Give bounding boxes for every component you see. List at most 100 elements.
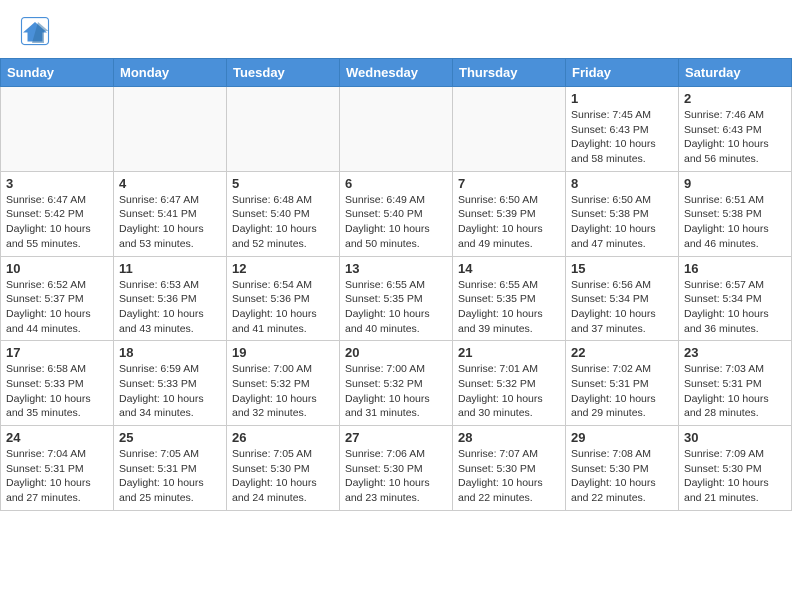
calendar-cell: 23 Sunrise: 7:03 AM Sunset: 5:31 PM Dayli… bbox=[679, 341, 792, 426]
day-number: 19 bbox=[232, 345, 334, 360]
day-info: Sunrise: 6:52 AM Sunset: 5:37 PM Dayligh… bbox=[6, 278, 108, 337]
day-number: 8 bbox=[571, 176, 673, 191]
day-number: 12 bbox=[232, 261, 334, 276]
day-info: Sunrise: 6:55 AM Sunset: 5:35 PM Dayligh… bbox=[458, 278, 560, 337]
calendar-week-4: 17 Sunrise: 6:58 AM Sunset: 5:33 PM Dayli… bbox=[1, 341, 792, 426]
day-info: Sunrise: 6:47 AM Sunset: 5:42 PM Dayligh… bbox=[6, 193, 108, 252]
calendar-cell: 3 Sunrise: 6:47 AM Sunset: 5:42 PM Daylig… bbox=[1, 171, 114, 256]
calendar-week-2: 3 Sunrise: 6:47 AM Sunset: 5:42 PM Daylig… bbox=[1, 171, 792, 256]
calendar-cell: 17 Sunrise: 6:58 AM Sunset: 5:33 PM Dayli… bbox=[1, 341, 114, 426]
day-info: Sunrise: 6:51 AM Sunset: 5:38 PM Dayligh… bbox=[684, 193, 786, 252]
calendar-header-saturday: Saturday bbox=[679, 59, 792, 87]
day-info: Sunrise: 7:08 AM Sunset: 5:30 PM Dayligh… bbox=[571, 447, 673, 506]
calendar-cell: 14 Sunrise: 6:55 AM Sunset: 5:35 PM Dayli… bbox=[453, 256, 566, 341]
day-number: 22 bbox=[571, 345, 673, 360]
calendar-cell bbox=[453, 87, 566, 172]
calendar-header-friday: Friday bbox=[566, 59, 679, 87]
day-number: 27 bbox=[345, 430, 447, 445]
calendar-cell: 6Sunrise: 6:49 AM Sunset: 5:40 PM Daylig… bbox=[340, 171, 453, 256]
calendar-cell: 8 Sunrise: 6:50 AM Sunset: 5:38 PM Daylig… bbox=[566, 171, 679, 256]
day-info: Sunrise: 6:54 AM Sunset: 5:36 PM Dayligh… bbox=[232, 278, 334, 337]
calendar-cell: 7 Sunrise: 6:50 AM Sunset: 5:39 PM Daylig… bbox=[453, 171, 566, 256]
calendar-cell: 30 Sunrise: 7:09 AM Sunset: 5:30 PM Dayli… bbox=[679, 426, 792, 511]
day-number: 1 bbox=[571, 91, 673, 106]
day-number: 3 bbox=[6, 176, 108, 191]
calendar-header-sunday: Sunday bbox=[1, 59, 114, 87]
day-number: 17 bbox=[6, 345, 108, 360]
calendar-cell: 12 Sunrise: 6:54 AM Sunset: 5:36 PM Dayli… bbox=[227, 256, 340, 341]
day-number: 5 bbox=[232, 176, 334, 191]
day-number: 29 bbox=[571, 430, 673, 445]
day-info: Sunrise: 6:47 AM Sunset: 5:41 PM Dayligh… bbox=[119, 193, 221, 252]
day-number: 24 bbox=[6, 430, 108, 445]
calendar-cell bbox=[227, 87, 340, 172]
day-info: Sunrise: 7:04 AM Sunset: 5:31 PM Dayligh… bbox=[6, 447, 108, 506]
day-number: 21 bbox=[458, 345, 560, 360]
day-number: 15 bbox=[571, 261, 673, 276]
calendar-cell bbox=[1, 87, 114, 172]
day-number: 20 bbox=[345, 345, 447, 360]
day-info: Sunrise: 7:07 AM Sunset: 5:30 PM Dayligh… bbox=[458, 447, 560, 506]
day-info: Sunrise: 6:50 AM Sunset: 5:39 PM Dayligh… bbox=[458, 193, 560, 252]
day-info: Sunrise: 7:09 AM Sunset: 5:30 PM Dayligh… bbox=[684, 447, 786, 506]
day-number: 9 bbox=[684, 176, 786, 191]
calendar-week-3: 10 Sunrise: 6:52 AM Sunset: 5:37 PM Dayli… bbox=[1, 256, 792, 341]
calendar-cell: 18 Sunrise: 6:59 AM Sunset: 5:33 PM Dayli… bbox=[114, 341, 227, 426]
day-info: Sunrise: 7:00 AM Sunset: 5:32 PM Dayligh… bbox=[232, 362, 334, 421]
day-info: Sunrise: 6:48 AM Sunset: 5:40 PM Dayligh… bbox=[232, 193, 334, 252]
logo-icon bbox=[20, 16, 50, 46]
calendar-cell: 11Sunrise: 6:53 AM Sunset: 5:36 PM Dayli… bbox=[114, 256, 227, 341]
day-number: 13 bbox=[345, 261, 447, 276]
calendar-cell: 15 Sunrise: 6:56 AM Sunset: 5:34 PM Dayli… bbox=[566, 256, 679, 341]
calendar-cell: 24 Sunrise: 7:04 AM Sunset: 5:31 PM Dayli… bbox=[1, 426, 114, 511]
day-number: 23 bbox=[684, 345, 786, 360]
page-header bbox=[0, 0, 792, 54]
calendar-cell: 13 Sunrise: 6:55 AM Sunset: 5:35 PM Dayli… bbox=[340, 256, 453, 341]
day-info: Sunrise: 6:57 AM Sunset: 5:34 PM Dayligh… bbox=[684, 278, 786, 337]
day-number: 16 bbox=[684, 261, 786, 276]
calendar-header-monday: Monday bbox=[114, 59, 227, 87]
calendar-cell: 21 Sunrise: 7:01 AM Sunset: 5:32 PM Dayli… bbox=[453, 341, 566, 426]
logo bbox=[20, 16, 52, 46]
day-info: Sunrise: 6:59 AM Sunset: 5:33 PM Dayligh… bbox=[119, 362, 221, 421]
calendar-cell bbox=[340, 87, 453, 172]
calendar-table: SundayMondayTuesdayWednesdayThursdayFrid… bbox=[0, 58, 792, 511]
calendar-header-row: SundayMondayTuesdayWednesdayThursdayFrid… bbox=[1, 59, 792, 87]
day-number: 2 bbox=[684, 91, 786, 106]
day-info: Sunrise: 7:02 AM Sunset: 5:31 PM Dayligh… bbox=[571, 362, 673, 421]
calendar-cell: 9 Sunrise: 6:51 AM Sunset: 5:38 PM Daylig… bbox=[679, 171, 792, 256]
day-number: 4 bbox=[119, 176, 221, 191]
day-number: 7 bbox=[458, 176, 560, 191]
day-info: Sunrise: 6:56 AM Sunset: 5:34 PM Dayligh… bbox=[571, 278, 673, 337]
day-number: 25 bbox=[119, 430, 221, 445]
day-info: Sunrise: 7:03 AM Sunset: 5:31 PM Dayligh… bbox=[684, 362, 786, 421]
calendar-cell: 25 Sunrise: 7:05 AM Sunset: 5:31 PM Dayli… bbox=[114, 426, 227, 511]
day-info: Sunrise: 6:58 AM Sunset: 5:33 PM Dayligh… bbox=[6, 362, 108, 421]
day-number: 14 bbox=[458, 261, 560, 276]
calendar-cell: 22 Sunrise: 7:02 AM Sunset: 5:31 PM Dayli… bbox=[566, 341, 679, 426]
day-info: Sunrise: 7:01 AM Sunset: 5:32 PM Dayligh… bbox=[458, 362, 560, 421]
day-number: 18 bbox=[119, 345, 221, 360]
calendar-header-tuesday: Tuesday bbox=[227, 59, 340, 87]
day-number: 30 bbox=[684, 430, 786, 445]
calendar-cell: 1Sunrise: 7:45 AM Sunset: 6:43 PM Daylig… bbox=[566, 87, 679, 172]
calendar-cell: 20 Sunrise: 7:00 AM Sunset: 5:32 PM Dayli… bbox=[340, 341, 453, 426]
day-info: Sunrise: 6:55 AM Sunset: 5:35 PM Dayligh… bbox=[345, 278, 447, 337]
calendar-cell bbox=[114, 87, 227, 172]
day-info: Sunrise: 6:50 AM Sunset: 5:38 PM Dayligh… bbox=[571, 193, 673, 252]
calendar-cell: 26Sunrise: 7:05 AM Sunset: 5:30 PM Dayli… bbox=[227, 426, 340, 511]
day-number: 28 bbox=[458, 430, 560, 445]
calendar-cell: 29 Sunrise: 7:08 AM Sunset: 5:30 PM Dayli… bbox=[566, 426, 679, 511]
calendar-cell: 19 Sunrise: 7:00 AM Sunset: 5:32 PM Dayli… bbox=[227, 341, 340, 426]
day-info: Sunrise: 7:05 AM Sunset: 5:30 PM Dayligh… bbox=[232, 447, 334, 506]
calendar-cell: 28 Sunrise: 7:07 AM Sunset: 5:30 PM Dayli… bbox=[453, 426, 566, 511]
calendar-cell: 2 Sunrise: 7:46 AM Sunset: 6:43 PM Daylig… bbox=[679, 87, 792, 172]
day-info: Sunrise: 6:53 AM Sunset: 5:36 PM Dayligh… bbox=[119, 278, 221, 337]
calendar-cell: 27 Sunrise: 7:06 AM Sunset: 5:30 PM Dayli… bbox=[340, 426, 453, 511]
day-info: Sunrise: 7:06 AM Sunset: 5:30 PM Dayligh… bbox=[345, 447, 447, 506]
day-info: Sunrise: 7:46 AM Sunset: 6:43 PM Dayligh… bbox=[684, 108, 786, 167]
day-info: Sunrise: 7:00 AM Sunset: 5:32 PM Dayligh… bbox=[345, 362, 447, 421]
day-number: 6 bbox=[345, 176, 447, 191]
day-info: Sunrise: 7:05 AM Sunset: 5:31 PM Dayligh… bbox=[119, 447, 221, 506]
day-number: 10 bbox=[6, 261, 108, 276]
